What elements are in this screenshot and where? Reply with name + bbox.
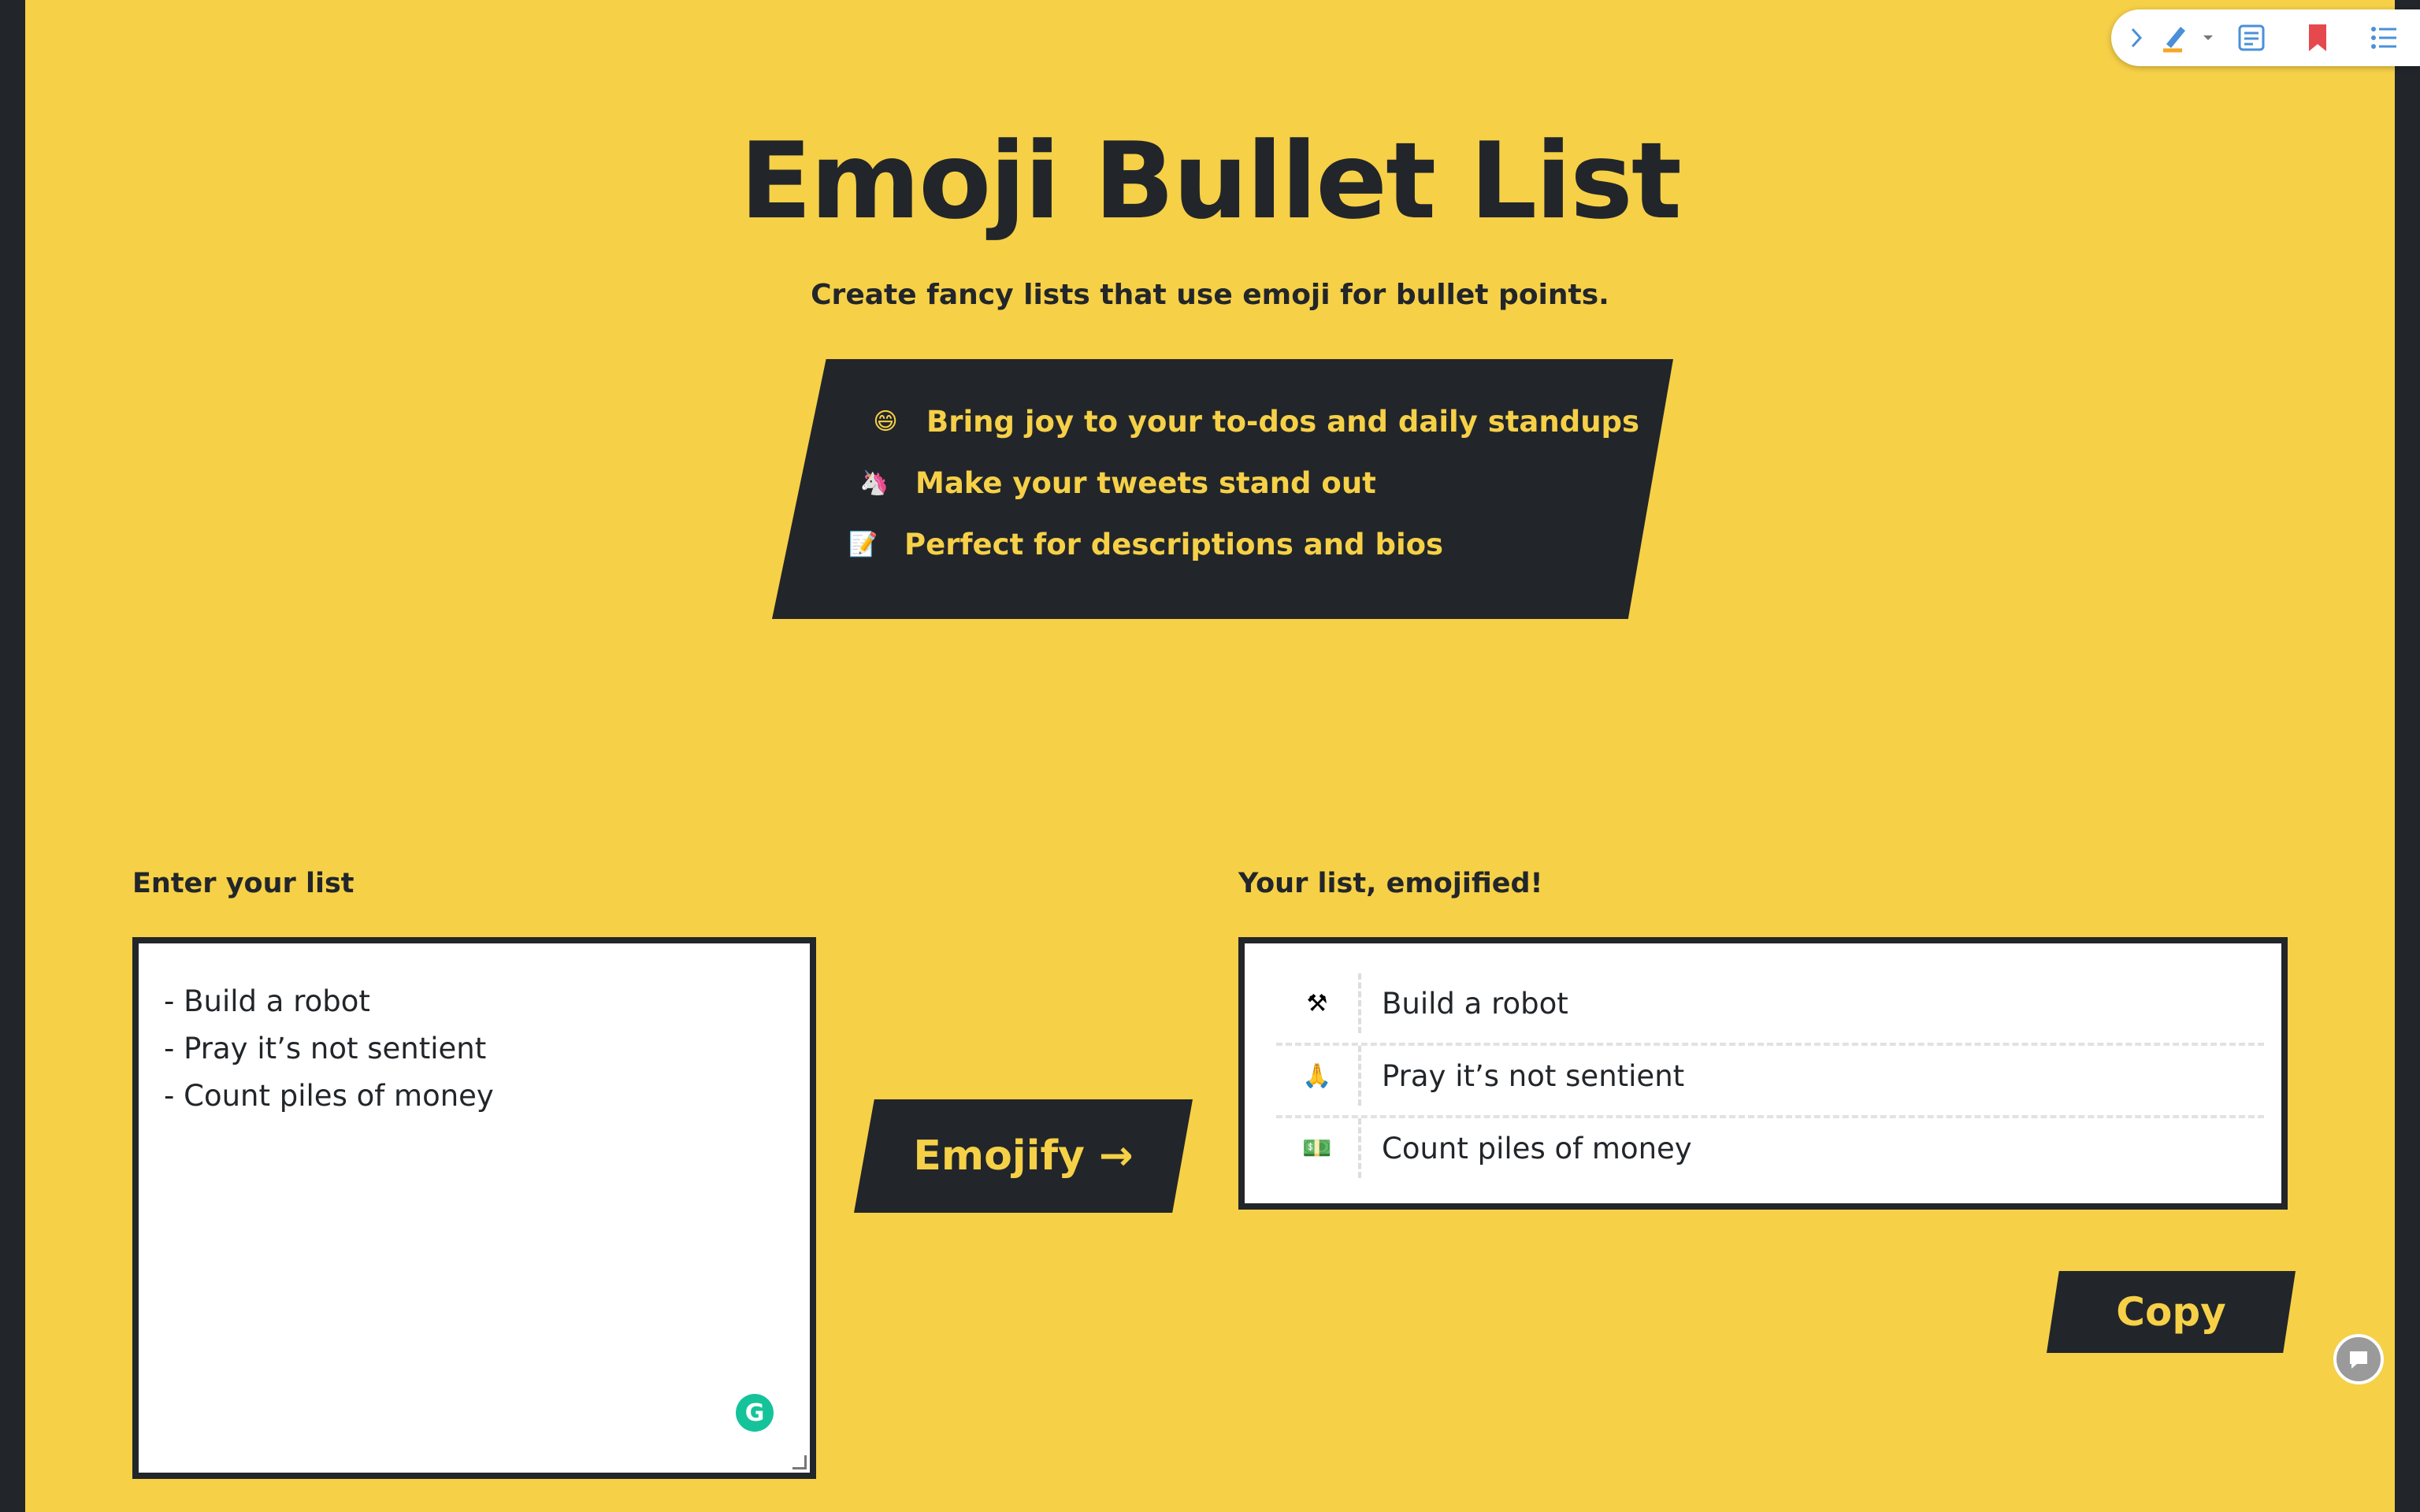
chat-bubble-icon[interactable] bbox=[2333, 1334, 2384, 1384]
emojified-output-list: ⚒ Build a robot 🙏 Pray it’s not sentient… bbox=[1238, 937, 2288, 1210]
hammer-pick-emoji-icon: ⚒ bbox=[1276, 973, 1361, 1033]
input-line: - Pray it’s not sentient bbox=[164, 1032, 487, 1065]
input-line: - Count piles of money bbox=[164, 1079, 494, 1113]
page-title: Emoji Bullet List bbox=[740, 120, 1682, 243]
extension-toolbar bbox=[2111, 9, 2420, 66]
page-subtitle: Create fancy lists that use emoji for bu… bbox=[811, 279, 1609, 311]
memo-emoji-icon: 📝 bbox=[848, 531, 878, 558]
chevron-right-icon[interactable] bbox=[2119, 9, 2154, 66]
copy-button[interactable]: Copy bbox=[2047, 1271, 2296, 1353]
highlighter-icon[interactable] bbox=[2154, 9, 2198, 66]
feature-item: 🦄 Make your tweets stand out bbox=[848, 466, 1376, 500]
smile-emoji-icon: 😄 bbox=[873, 408, 898, 435]
grammarly-icon[interactable]: G bbox=[736, 1394, 774, 1432]
input-text[interactable]: - Build a robot - Pray it’s not sentient… bbox=[164, 978, 494, 1120]
dropdown-arrow-icon[interactable] bbox=[2198, 9, 2218, 66]
feature-text: Perfect for descriptions and bios bbox=[904, 528, 1444, 561]
praying-hands-emoji-icon: 🙏 bbox=[1276, 1046, 1361, 1106]
feature-banner: 😄 Bring joy to your to-dos and daily sta… bbox=[772, 359, 1673, 619]
list-icon[interactable] bbox=[2351, 9, 2417, 66]
input-label: Enter your list bbox=[132, 868, 354, 899]
unicorn-emoji-icon: 🦄 bbox=[859, 469, 889, 497]
output-item-text: Pray it’s not sentient bbox=[1382, 1058, 1685, 1093]
input-line: - Build a robot bbox=[164, 984, 370, 1018]
page-background: Emoji Bullet List Create fancy lists tha… bbox=[25, 0, 2395, 1512]
list-input-textarea[interactable]: - Build a robot - Pray it’s not sentient… bbox=[132, 937, 816, 1479]
feature-item: 📝 Perfect for descriptions and bios bbox=[837, 528, 1443, 561]
resize-handle-icon[interactable] bbox=[792, 1455, 807, 1469]
output-list-item: ⚒ Build a robot bbox=[1276, 967, 2264, 1040]
feature-text: Make your tweets stand out bbox=[915, 466, 1376, 500]
note-icon[interactable] bbox=[2218, 9, 2285, 66]
bookmark-icon[interactable] bbox=[2285, 9, 2351, 66]
output-list-item: 💵 Count piles of money bbox=[1276, 1112, 2264, 1184]
output-item-text: Build a robot bbox=[1382, 986, 1568, 1021]
emojify-button[interactable]: Emojify → bbox=[854, 1099, 1193, 1213]
feature-text: Bring joy to your to-dos and daily stand… bbox=[926, 405, 1640, 439]
output-list-item: 🙏 Pray it’s not sentient bbox=[1276, 1040, 2264, 1112]
output-label: Your list, emojified! bbox=[1238, 868, 1543, 899]
dollar-bill-emoji-icon: 💵 bbox=[1276, 1118, 1361, 1178]
output-item-text: Count piles of money bbox=[1382, 1131, 1692, 1166]
feature-item: 😄 Bring joy to your to-dos and daily sta… bbox=[859, 405, 1639, 439]
